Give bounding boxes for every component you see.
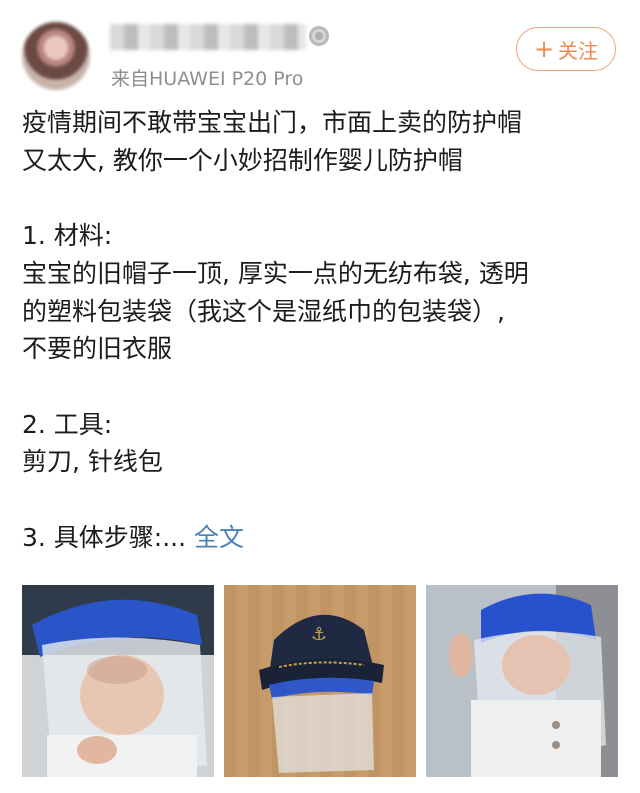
follow-label: 关注 xyxy=(558,38,599,63)
username-blurred[interactable] xyxy=(110,24,306,50)
follow-button[interactable]: + 关注 xyxy=(516,27,616,71)
post-line: 不要的旧衣服 xyxy=(22,334,173,364)
post-body: 疫情期间不敢带宝宝出门，市面上卖的防护帽 又太大, 教你一个小妙招制作婴儿防护帽… xyxy=(22,104,622,556)
post-line: 又太大, 教你一个小妙招制作婴儿防护帽 xyxy=(22,145,463,175)
post-line: 2. 工具: xyxy=(22,409,113,439)
photo-navy-anchor-cap[interactable]: ⚓ xyxy=(224,585,416,777)
user-avatar[interactable] xyxy=(22,22,90,90)
medal-icon xyxy=(309,26,329,46)
post-line: 的塑料包装袋（我这个是湿纸巾的包装袋）, xyxy=(22,296,505,326)
post-line: 剪刀, 针线包 xyxy=(22,447,163,477)
post-source: 来自HUAWEI P20 Pro xyxy=(111,68,304,90)
full-text-link[interactable]: 全文 xyxy=(194,523,244,552)
post-line: 疫情期间不敢带宝宝出门，市面上卖的防护帽 xyxy=(22,108,523,137)
photo-baby-blue-hat-side[interactable] xyxy=(426,585,618,777)
plus-icon: + xyxy=(533,35,555,63)
svg-text:⚓: ⚓ xyxy=(311,624,327,645)
post-line: 1. 材料: xyxy=(22,221,113,251)
post-line: 宝宝的旧帽子一顶, 厚实一点的无纺布袋, 透明 xyxy=(22,258,529,288)
photo-baby-blue-hat-front[interactable] xyxy=(22,585,214,777)
steps-heading: 3. 具体步骤:... xyxy=(22,522,187,552)
post-line-last: 3. 具体步骤:... 全文 xyxy=(22,519,622,557)
